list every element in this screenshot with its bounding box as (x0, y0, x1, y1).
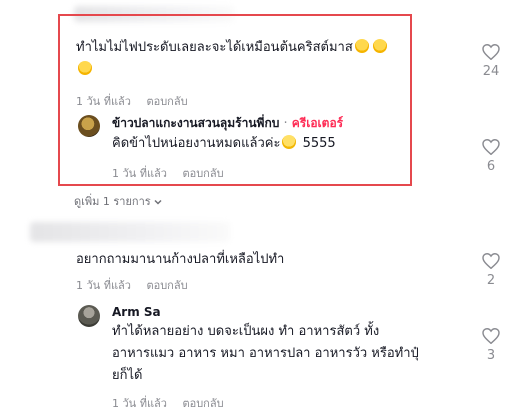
heart-outline-icon (482, 253, 500, 269)
heart-outline-icon (482, 328, 500, 344)
chevron-down-icon (154, 199, 162, 205)
reply-button[interactable]: ตอบกลับ (146, 95, 187, 108)
heart-outline-icon (482, 44, 500, 60)
reply-author[interactable]: ข้าวปลาแกะงานสวนลุมร้านพี่กบ (112, 116, 279, 130)
comment-text: อยากถามมานานก้างปลาที่เหลือไปทำ (76, 252, 285, 267)
comment-text-wrap (76, 60, 94, 80)
blurred-username (74, 6, 234, 22)
comment-meta: 1 วัน ที่แล้ว ตอบกลับ (76, 92, 200, 110)
like-button[interactable]: 2 (480, 253, 502, 288)
reply-time: 1 วัน ที่แล้ว (112, 167, 167, 180)
rofl-emoji (372, 39, 387, 53)
avatar[interactable] (78, 305, 100, 327)
like-count: 6 (486, 159, 496, 174)
reply-button[interactable]: ตอบกลับ (146, 279, 187, 292)
rofl-emoji (354, 39, 369, 53)
heart-outline-icon (482, 139, 500, 155)
grin-emoji (282, 135, 297, 149)
comment-time: 1 วัน ที่แล้ว (76, 95, 131, 108)
reply-meta: 1 วัน ที่แล้ว ตอบกลับ (112, 164, 236, 182)
blurred-username (30, 222, 230, 242)
reply-text-line-3: ยก็ได้ (112, 368, 143, 383)
reply-text: คิดข้าไปหน่อยงานหมดแล้วค่ะ 5555 (112, 135, 336, 151)
reply-button[interactable]: ตอบกลับ (182, 397, 223, 410)
rofl-emoji (78, 61, 92, 75)
comment-text: ทำไมไม่ไฟประดับเลยละจะได้เหมือนต้นคริสต์… (76, 38, 389, 58)
comment-time: 1 วัน ที่แล้ว (76, 279, 131, 292)
reply-meta: 1 วัน ที่แล้ว ตอบกลับ (112, 394, 236, 412)
reply-time: 1 วัน ที่แล้ว (112, 397, 167, 410)
comment-meta: 1 วัน ที่แล้ว ตอบกลับ (76, 276, 200, 294)
like-count: 2 (486, 273, 496, 288)
reply-header: ข้าวปลาแกะงานสวนลุมร้านพี่กบ · ครีเอเตอร… (112, 116, 344, 131)
creator-badge: ครีเอเตอร์ (291, 116, 344, 130)
like-button[interactable]: 3 (480, 328, 502, 363)
reply-button[interactable]: ตอบกลับ (182, 167, 223, 180)
like-button[interactable]: 6 (480, 139, 502, 174)
reply-text-line-1: ทำได้หลายอย่าง บดจะเป็นผง ทำ อาหารสัตว์ … (112, 324, 380, 339)
like-button[interactable]: 24 (480, 44, 502, 79)
like-count: 24 (482, 64, 500, 79)
reply-author[interactable]: Arm Sa (112, 302, 161, 322)
like-count: 3 (486, 348, 496, 363)
view-more-replies[interactable]: ดูเพิ่ม 1 รายการ (74, 192, 163, 210)
avatar[interactable] (78, 115, 100, 137)
reply-text-line-2: อาหารแมว อาหาร หมา อาหารปลา อาหารวัว หรื… (112, 346, 419, 361)
